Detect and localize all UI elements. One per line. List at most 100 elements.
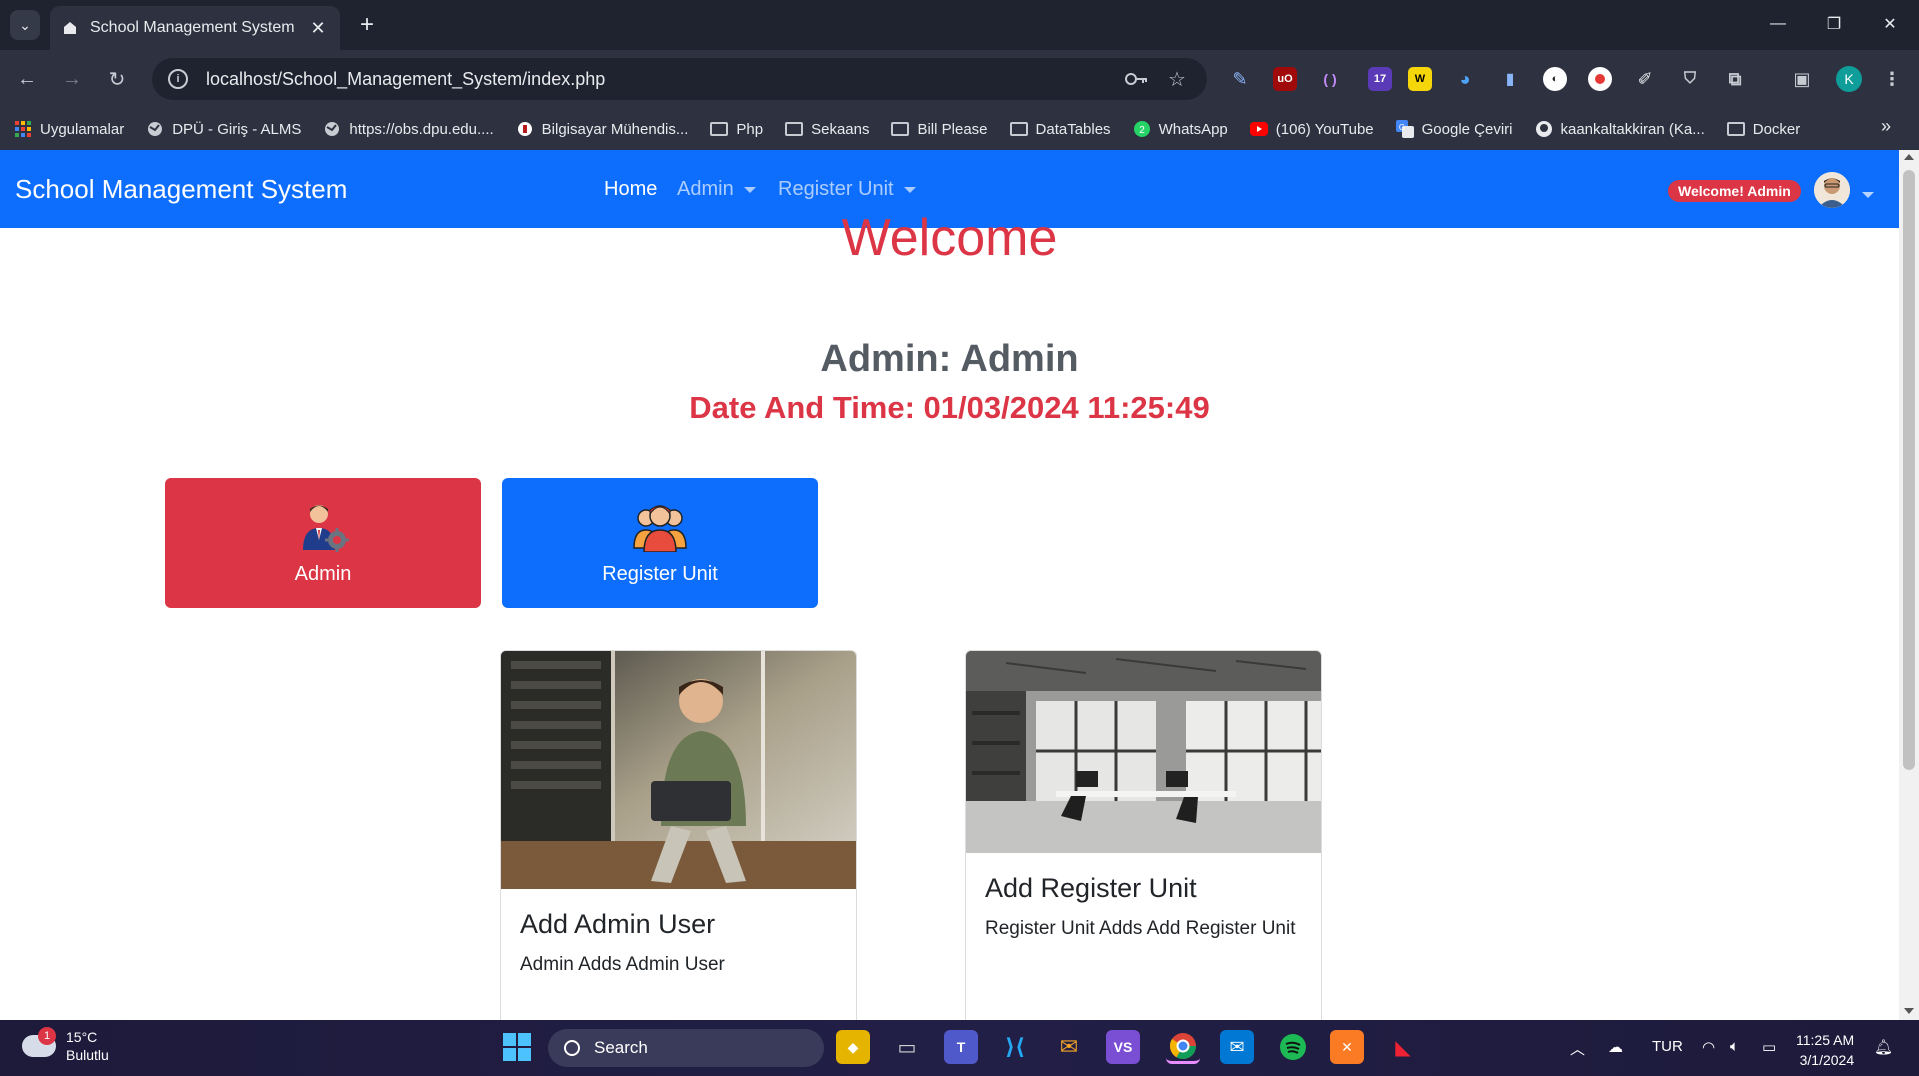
new-tab-button[interactable]: + [352,10,382,40]
notification-bell-icon[interactable]: 🔔︎ [1874,1038,1893,1056]
bookmark-label: DPÜ - Giriş - ALMS [172,120,302,138]
site-info-icon[interactable]: i [168,69,188,89]
taskbar-pre-app-icon[interactable]: ◆ [836,1030,870,1064]
reload-button[interactable]: ↻ [100,62,134,96]
globe-icon [146,120,164,138]
windows-start-icon[interactable] [500,1030,534,1064]
language-indicator[interactable]: TUR [1652,1038,1683,1055]
extensions-puzzle-icon[interactable]: ⧉ [1723,67,1747,91]
add-register-unit-card[interactable]: Add Register Unit Register Unit Adds Add… [965,650,1322,1020]
user-avatar[interactable] [1814,172,1850,208]
apps-grid-icon [14,120,32,138]
spotify-icon[interactable] [1276,1030,1310,1064]
extension-brackets-icon[interactable]: ( ) [1318,67,1342,91]
bookmark-label: kaankaltakkiran (Ka... [1560,120,1705,138]
tab-close-icon[interactable]: ✕ [308,18,328,39]
folder-icon [891,120,910,138]
extension-docs-icon[interactable]: ▮ [1498,67,1522,91]
whatsapp-icon: 2 [1133,120,1151,138]
outlook-envelope-icon[interactable]: ✉ [1052,1030,1086,1064]
bookmark-datatables[interactable]: DataTables [1009,120,1111,138]
youtube-icon [1249,120,1268,138]
nav-register-unit-dropdown[interactable]: Register Unit [778,178,916,201]
forward-button[interactable]: → [55,62,89,96]
extension-badge-icon[interactable]: 17 [1368,67,1392,91]
bookmark-label: Docker [1752,120,1801,138]
scrollbar-thumb[interactable] [1903,170,1915,770]
bookmark-github[interactable]: kaankaltakkiran (Ka... [1535,120,1705,138]
visual-studio-icon[interactable]: VS [1106,1030,1140,1064]
extension-circle-icon[interactable]: ◐ [1543,67,1567,91]
extension-edge-icon[interactable]: ◕ [1453,67,1477,91]
minimize-button[interactable]: — [1758,8,1798,40]
teams-icon[interactable]: T [944,1030,978,1064]
tab-search-button[interactable]: ⌄ [10,10,40,40]
extension-pen-icon[interactable]: ✎ [1228,67,1252,91]
nav-admin-dropdown[interactable]: Admin [677,178,756,201]
bookmark-bilgisayar[interactable]: Bilgisayar Mühendis... [516,120,689,138]
bookmark-docker[interactable]: Docker [1726,120,1801,138]
address-bar[interactable]: i localhost/School_Management_System/ind… [152,58,1207,100]
tab-title: School Management System [90,19,295,36]
taskbar-clock[interactable]: 11:25 AM 3/1/2024 [1796,1030,1854,1070]
taskbar-search-label: Search [594,1038,648,1057]
folder-icon [1726,120,1745,138]
bookmark-sekaans[interactable]: Sekaans [785,120,869,138]
admin-user-icon [297,500,349,557]
navbar-brand[interactable]: School Management System [15,174,347,205]
browser-menu-icon[interactable]: ⋮ [1880,67,1904,91]
bookmark-bill-please[interactable]: Bill Please [891,120,988,138]
back-button[interactable]: ← [10,62,44,96]
weather-widget[interactable]: 1 15°C Bulutlu [22,1027,109,1064]
extension-eyedropper-icon[interactable]: ✐ [1633,67,1657,91]
nav-home-link[interactable]: Home [604,178,657,201]
bookmark-google-translate[interactable]: G Google Çeviri [1395,120,1513,138]
task-view-icon[interactable]: ▭ [890,1030,924,1064]
bookmark-apps[interactable]: Uygulamalar [14,120,124,138]
bookmark-obs-dpu[interactable]: https://obs.dpu.edu.... [323,120,494,138]
wifi-icon[interactable]: ◠ [1702,1038,1715,1056]
volume-icon[interactable]: 🔈︎ [1730,1038,1739,1055]
filezilla-icon[interactable]: ◣ [1386,1030,1420,1064]
extension-w-icon[interactable]: W [1408,67,1432,91]
bookmark-label: Sekaans [811,120,870,138]
password-key-icon[interactable] [1124,66,1150,92]
register-unit-tile-button[interactable]: Register Unit [502,478,818,608]
xampp-icon[interactable]: ✕ [1330,1030,1364,1064]
page-scrollbar[interactable] [1899,150,1919,1020]
close-window-button[interactable]: ✕ [1870,8,1910,40]
ublock-icon[interactable]: uO [1273,67,1297,91]
add-admin-user-card[interactable]: Add Admin User Admin Adds Admin User [500,650,857,1020]
bookmark-whatsapp[interactable]: 2 WhatsApp [1133,120,1228,138]
chrome-icon[interactable] [1166,1030,1200,1064]
card-title: Add Register Unit [985,873,1197,903]
scroll-down-icon[interactable] [1904,1008,1914,1014]
tray-overflow-chevron-icon[interactable]: ︿ [1570,1038,1585,1059]
card-text: Register Unit Adds Add Register Unit [985,918,1296,939]
card-image-admin [501,651,856,889]
user-menu-chevron-icon[interactable] [1862,186,1874,204]
taskbar-search[interactable]: Search [548,1029,824,1067]
extension-record-icon[interactable] [1588,67,1612,91]
bookmark-label: Bilgisayar Mühendis... [541,120,689,138]
admin-tile-label: Admin [294,563,352,585]
mail-icon[interactable]: ✉ [1220,1030,1254,1064]
scroll-up-icon[interactable] [1904,154,1914,160]
bookmark-dpu-alms[interactable]: DPÜ - Giriş - ALMS [146,120,301,138]
browser-tab[interactable]: School Management System ✕ [50,6,340,50]
vscode-icon[interactable]: ⟩⟨ [998,1030,1032,1064]
bookmark-star-icon[interactable]: ☆ [1164,66,1190,92]
admin-tile-button[interactable]: Admin [165,478,481,608]
onedrive-cloud-icon[interactable]: ☁ [1608,1038,1623,1056]
profile-avatar[interactable]: K [1836,66,1862,92]
restore-button[interactable]: ❐ [1814,8,1854,40]
card-title: Add Admin User [520,909,716,939]
admin-name-heading: Admin: Admin [820,338,1079,380]
weather-desc: Bulutlu [66,1047,109,1063]
bookmark-php[interactable]: Php [710,120,763,138]
bookmark-youtube[interactable]: (106) YouTube [1249,120,1374,138]
battery-icon[interactable]: ▭ [1762,1038,1776,1056]
extension-shield-icon[interactable]: ⛉ [1678,67,1702,91]
side-panel-icon[interactable]: ▣ [1790,67,1814,91]
more-bookmarks-icon[interactable]: » [1881,116,1891,137]
